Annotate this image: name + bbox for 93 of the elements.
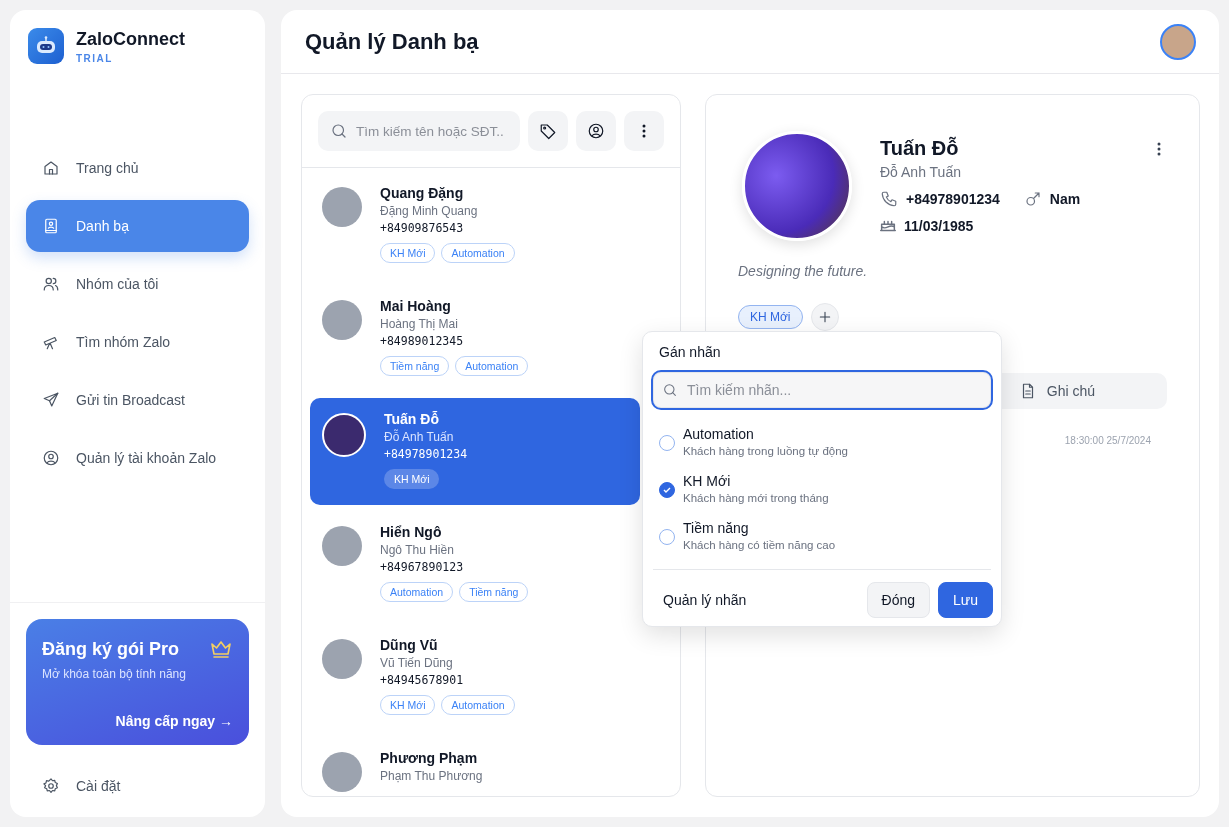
contact-row[interactable]: Tuấn Đỗ Đỗ Anh Tuấn +84978901234 KH Mới <box>310 398 640 505</box>
app-name: ZaloConnect <box>76 28 185 50</box>
contact-phone: +84967890123 <box>380 560 465 574</box>
contact-name: Tuấn Đỗ <box>880 137 959 160</box>
contact-name: Hiển Ngô <box>380 524 443 540</box>
contact-phone: +84989012345 <box>380 334 465 348</box>
photo-placeholder <box>322 639 362 679</box>
settings-icon <box>42 777 60 795</box>
label-description: Khách hàng mới trong tháng <box>683 492 829 504</box>
tag-chip: KH Mới <box>738 305 803 329</box>
save-button[interactable]: Lưu <box>938 582 993 618</box>
contact-row[interactable]: Quang Đặng Đặng Minh Quang +84909876543 KH Mới Automation <box>310 172 640 279</box>
search-field[interactable]: Tìm kiếm nhãn... <box>651 370 993 410</box>
contact-name: Dũng Vũ <box>380 637 439 653</box>
contact-row[interactable]: Phương Phạm Phạm Thu Phương <box>310 737 640 796</box>
photo-placeholder <box>322 413 366 457</box>
contact-full-name: Đỗ Anh Tuấn <box>384 430 455 444</box>
sidebar-item[interactable]: Nhóm của tôi <box>26 258 249 310</box>
upgrade-subtitle: Mở khóa toàn bộ tính năng <box>42 667 187 681</box>
contact-phone: +84945678901 <box>380 673 465 687</box>
contact-row[interactable]: Hiển Ngô Ngô Thu Hiền +84967890123 Automation Tiềm năng <box>310 511 640 618</box>
contact-row[interactable]: Dũng Vũ Vũ Tiến Dũng +84945678901 KH Mới Automation <box>310 624 640 731</box>
more-icon <box>1157 141 1161 156</box>
search-icon <box>662 382 678 398</box>
upgrade-title: Đăng ký gói Pro <box>42 638 180 660</box>
tag-chip: Automation <box>441 695 515 715</box>
manage-labels-link[interactable]: Quản lý nhãn <box>663 592 859 608</box>
sidebar-item[interactable]: Danh bạ <box>26 200 249 252</box>
tag-chip: Tiềm năng <box>459 582 529 602</box>
tag-chip: KH Mới <box>384 469 440 489</box>
contact-full-name: Đỗ Anh Tuấn <box>880 164 962 180</box>
sidebar-item[interactable]: Gửi tin Broadcast <box>26 374 249 426</box>
photo-placeholder <box>322 300 362 340</box>
people-icon <box>42 275 60 293</box>
contact-phone: +84978901234 <box>384 447 468 461</box>
settings-item[interactable]: Cài đặt <box>26 777 249 795</box>
sidebar-item[interactable]: Quản lý tài khoản Zalo <box>26 432 249 484</box>
tag-filter-button[interactable] <box>528 111 568 151</box>
contact-name: Mai Hoàng <box>380 298 452 314</box>
contact-phone: +84909876543 <box>380 221 465 235</box>
plan-label: TRIAL <box>76 52 114 64</box>
male-icon <box>1023 190 1042 208</box>
birthday: 11/03/1985 <box>904 218 974 234</box>
label-description: Khách hàng trong luồng tự động <box>683 445 848 457</box>
sidebar-item[interactable]: Tìm nhóm Zalo <box>26 316 249 368</box>
sidebar-item[interactable]: Trang chủ <box>26 142 249 194</box>
tag-chip: Automation <box>455 356 529 376</box>
tag-chip: KH Mới <box>380 243 436 263</box>
contact-name: Quang Đặng <box>380 185 465 201</box>
contact-book-icon <box>42 217 60 235</box>
search-icon <box>330 122 348 140</box>
contact-row[interactable]: Mai Hoàng Hoàng Thị Mai +84989012345 Tiềm năng Automation <box>310 285 640 392</box>
contact-name: Phương Phạm <box>380 750 479 766</box>
contact-full-name: Vũ Tiến Dũng <box>380 656 454 670</box>
timestamp: 18:30:00 25/7/2024 <box>1064 435 1151 446</box>
contact-full-name: Ngô Thu Hiền <box>380 543 455 557</box>
search-field[interactable]: Tìm kiếm tên hoặc SĐT.. <box>318 111 520 151</box>
tag-chip: KH Mới <box>380 695 436 715</box>
contact-full-name: Phạm Thu Phương <box>380 769 483 783</box>
user-avatar[interactable] <box>1160 23 1196 60</box>
close-button[interactable]: Đóng <box>866 582 931 618</box>
contact-phone: +84978901234 <box>906 191 1000 207</box>
add-tag-button[interactable] <box>810 303 839 331</box>
photo-placeholder <box>322 752 362 792</box>
label-name: Tiềm năng <box>683 520 750 536</box>
page-title: Quản lý Danh bạ <box>305 28 479 55</box>
upgrade-link[interactable]: Nâng cấp ngay → <box>115 713 233 729</box>
account-icon <box>42 449 60 467</box>
send-icon <box>42 391 60 409</box>
more-icon <box>642 124 646 138</box>
cake-icon <box>880 220 896 232</box>
home-icon <box>42 159 60 177</box>
photo-placeholder <box>322 187 362 227</box>
popover-title: Gán nhãn <box>658 344 722 360</box>
phone-icon <box>880 190 898 208</box>
robot-logo-icon <box>28 28 64 64</box>
notes-tab[interactable]: Ghi chú <box>1018 382 1095 400</box>
account-filter-button[interactable] <box>576 111 616 151</box>
tag-chip: Tiềm năng <box>380 356 450 376</box>
contact-full-name: Hoàng Thị Mai <box>380 317 459 331</box>
photo-placeholder <box>322 526 362 566</box>
tag-icon <box>539 122 557 140</box>
contact-full-name: Đặng Minh Quang <box>380 204 479 218</box>
label-description: Khách hàng có tiềm năng cao <box>683 539 836 551</box>
contact-bio: Designing the future. <box>738 263 869 279</box>
tag-chip: Automation <box>380 582 454 602</box>
label-name: Automation <box>683 426 755 442</box>
label-name: KH Mới <box>683 473 732 489</box>
label-checkbox[interactable] <box>659 481 675 498</box>
gender: Nam <box>1049 191 1081 207</box>
contact-name: Tuấn Đỗ <box>384 411 440 427</box>
account-icon <box>587 122 605 140</box>
tag-chip: Automation <box>441 243 515 263</box>
